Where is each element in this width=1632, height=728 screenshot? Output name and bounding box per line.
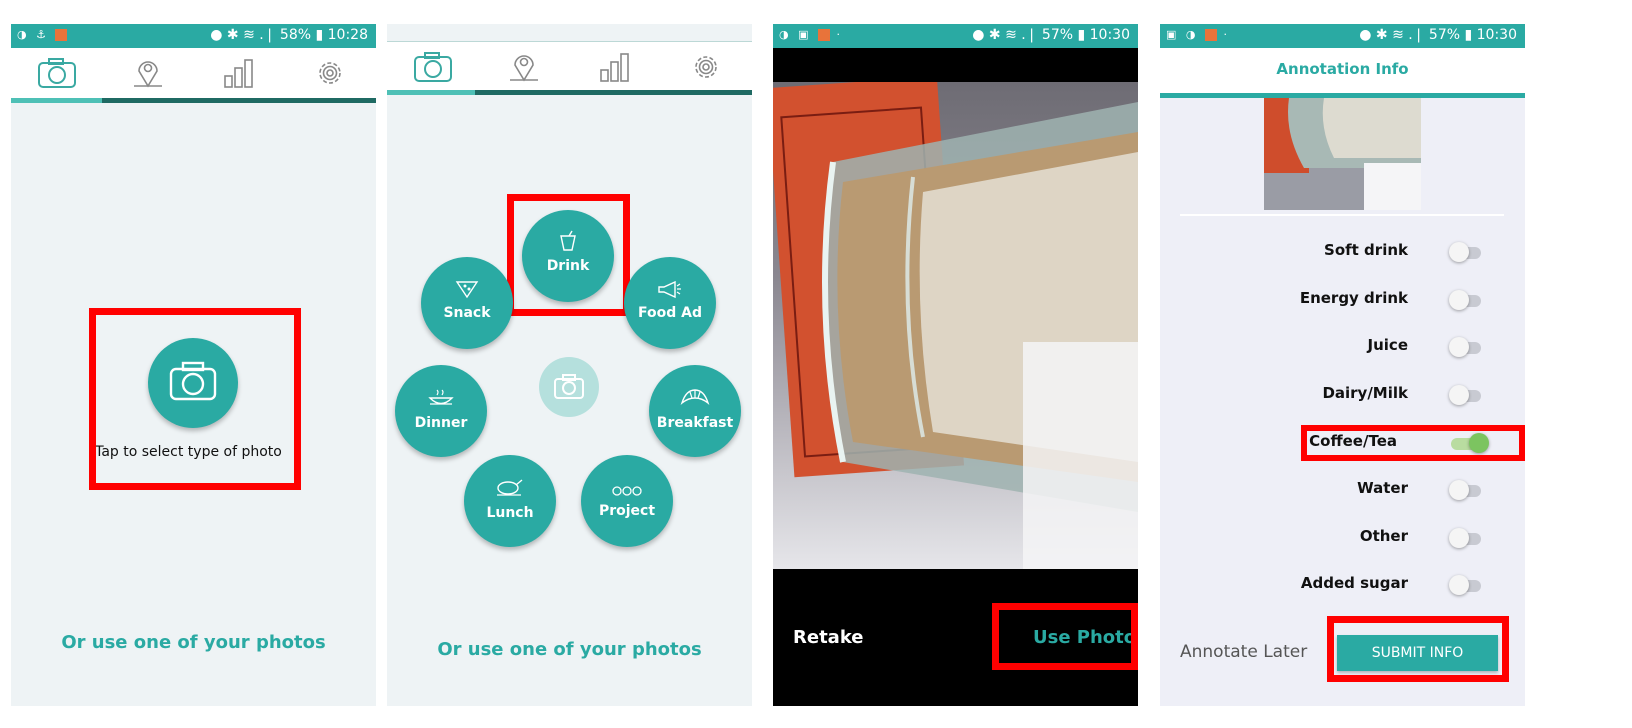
option-label: Dairy/Milk xyxy=(1322,384,1408,402)
option-label: Energy drink xyxy=(1299,289,1408,307)
option-soft-drink[interactable]: Soft drink xyxy=(1160,233,1525,273)
drink-cup-icon xyxy=(560,230,576,251)
option-label: Coffee/Tea xyxy=(1309,432,1397,450)
pizza-slice-icon xyxy=(455,281,479,299)
screen-annotation-info: ▣ ◑ · ● ✱ ≋ .❘ 57% ▮ 10:30 Annotation In… xyxy=(1160,24,1525,706)
camera-icon xyxy=(414,52,452,82)
toggle-switch[interactable] xyxy=(1449,528,1469,548)
nav-camera-tab[interactable] xyxy=(387,46,478,86)
status-right: ● ✱ ≋ .❘ 57% ▮ 10:30 xyxy=(972,27,1130,43)
nav-location-tab[interactable] xyxy=(102,52,193,92)
breakfast-type-button[interactable]: Breakfast xyxy=(649,365,741,457)
drink-type-button[interactable]: Drink xyxy=(522,210,614,302)
center-camera-button[interactable] xyxy=(539,357,599,417)
option-juice[interactable]: Juice xyxy=(1160,328,1525,368)
option-label: Soft drink xyxy=(1324,241,1408,259)
toggle-switch[interactable] xyxy=(1469,433,1489,453)
use-existing-photo-link[interactable]: Or use one of your photos xyxy=(387,639,752,660)
toggle-switch[interactable] xyxy=(1449,385,1469,405)
nav-underline xyxy=(387,90,752,95)
lunch-label: Lunch xyxy=(486,505,534,521)
location-pin-icon xyxy=(510,55,538,82)
drink-glass-thumbnail xyxy=(1264,98,1421,210)
screen-camera-home: ◑ ⚓ ● ✱ ≋ .❘ 58% ▮ 10:28 Tap to select t… xyxy=(11,24,376,706)
option-added-sugar[interactable]: Added sugar xyxy=(1160,566,1525,606)
submit-info-button[interactable]: SUBMIT INFO xyxy=(1337,635,1498,671)
toggle-switch[interactable] xyxy=(1449,480,1469,500)
option-label: Juice xyxy=(1367,336,1408,354)
dinner-type-button[interactable]: Dinner xyxy=(395,365,487,457)
option-coffee-tea[interactable]: Coffee/Tea xyxy=(1160,424,1525,464)
use-existing-photo-link[interactable]: Or use one of your photos xyxy=(11,632,376,653)
camera-icon xyxy=(554,374,584,399)
soup-bowl-icon xyxy=(428,389,454,405)
option-dairy-milk[interactable]: Dairy/Milk xyxy=(1160,376,1525,416)
camera-icon xyxy=(38,58,76,88)
gear-icon xyxy=(319,62,341,84)
option-label: Water xyxy=(1357,479,1408,497)
megaphone-icon xyxy=(658,280,681,299)
screen-photo-type-menu: Drink Snack Food Ad Dinner Breakfast Lun… xyxy=(387,24,752,706)
photo-thumbnail xyxy=(1264,98,1421,210)
food-ad-label: Food Ad xyxy=(638,305,702,321)
toggle-switch[interactable] xyxy=(1449,337,1469,357)
status-right: ● ✱ ≋ .❘ 57% ▮ 10:30 xyxy=(1359,27,1517,43)
tap-instruction-label: Tap to select type of photo xyxy=(95,444,282,460)
header-title: Annotation Info xyxy=(1276,60,1409,78)
status-left-icons: ▣ ◑ · xyxy=(1166,28,1230,41)
option-energy-drink[interactable]: Energy drink xyxy=(1160,281,1525,321)
bar-chart-icon xyxy=(600,53,629,82)
project-type-button[interactable]: Project xyxy=(581,455,673,547)
lunch-type-button[interactable]: Lunch xyxy=(464,455,556,547)
snack-type-button[interactable]: Snack xyxy=(421,257,513,349)
nav-settings-tab[interactable] xyxy=(284,52,375,92)
annotate-later-button[interactable]: Annotate Later xyxy=(1180,642,1307,662)
snack-label: Snack xyxy=(443,305,491,321)
croissant-icon xyxy=(680,389,710,406)
camera-icon xyxy=(169,361,217,401)
project-label: Project xyxy=(598,503,656,519)
toggle-switch[interactable] xyxy=(1449,575,1469,595)
status-bar: ◑ ⚓ ● ✱ ≋ .❘ 58% ▮ 10:28 xyxy=(11,24,376,48)
retake-button[interactable]: Retake xyxy=(793,627,864,648)
nav-stats-tab[interactable] xyxy=(193,52,284,92)
screen-photo-preview: ◑ ▣ · ● ✱ ≋ .❘ 57% ▮ 10:30 Retake Use Ph… xyxy=(773,24,1138,706)
status-bar: ◑ ▣ · ● ✱ ≋ .❘ 57% ▮ 10:30 xyxy=(773,24,1138,48)
drink-glass-photo xyxy=(773,82,1138,569)
drink-label: Drink xyxy=(546,258,590,274)
dinner-label: Dinner xyxy=(414,415,468,431)
divider xyxy=(1180,214,1504,216)
food-ad-type-button[interactable]: Food Ad xyxy=(624,257,716,349)
option-label: Other xyxy=(1359,527,1408,545)
location-pin-icon xyxy=(134,61,162,88)
status-left-icons: ◑ ▣ · xyxy=(779,28,843,41)
status-bar: ▣ ◑ · ● ✱ ≋ .❘ 57% ▮ 10:30 xyxy=(1160,24,1525,48)
top-nav xyxy=(387,41,752,92)
status-left-icons: ◑ ⚓ xyxy=(17,28,68,41)
status-right: ● ✱ ≋ .❘ 58% ▮ 10:28 xyxy=(210,27,368,43)
roast-chicken-icon xyxy=(497,479,523,496)
option-water[interactable]: Water xyxy=(1160,471,1525,511)
nav-settings-tab[interactable] xyxy=(660,46,751,86)
option-other[interactable]: Other xyxy=(1160,519,1525,559)
toggle-switch[interactable] xyxy=(1449,242,1469,262)
captured-photo xyxy=(773,82,1138,569)
header: Annotation Info xyxy=(1160,48,1525,93)
toggle-switch[interactable] xyxy=(1449,290,1469,310)
nav-camera-tab[interactable] xyxy=(11,52,102,92)
bar-chart-icon xyxy=(224,59,253,88)
breakfast-label: Breakfast xyxy=(656,415,734,431)
nav-underline xyxy=(11,98,376,103)
nav-location-tab[interactable] xyxy=(478,46,569,86)
use-photo-button[interactable]: Use Photo xyxy=(1033,627,1136,648)
nav-stats-tab[interactable] xyxy=(569,46,660,86)
select-photo-type-button[interactable] xyxy=(148,338,238,428)
top-nav xyxy=(11,48,376,98)
option-label: Added sugar xyxy=(1300,574,1408,592)
dots-icon xyxy=(612,486,642,496)
gear-icon xyxy=(695,56,717,78)
